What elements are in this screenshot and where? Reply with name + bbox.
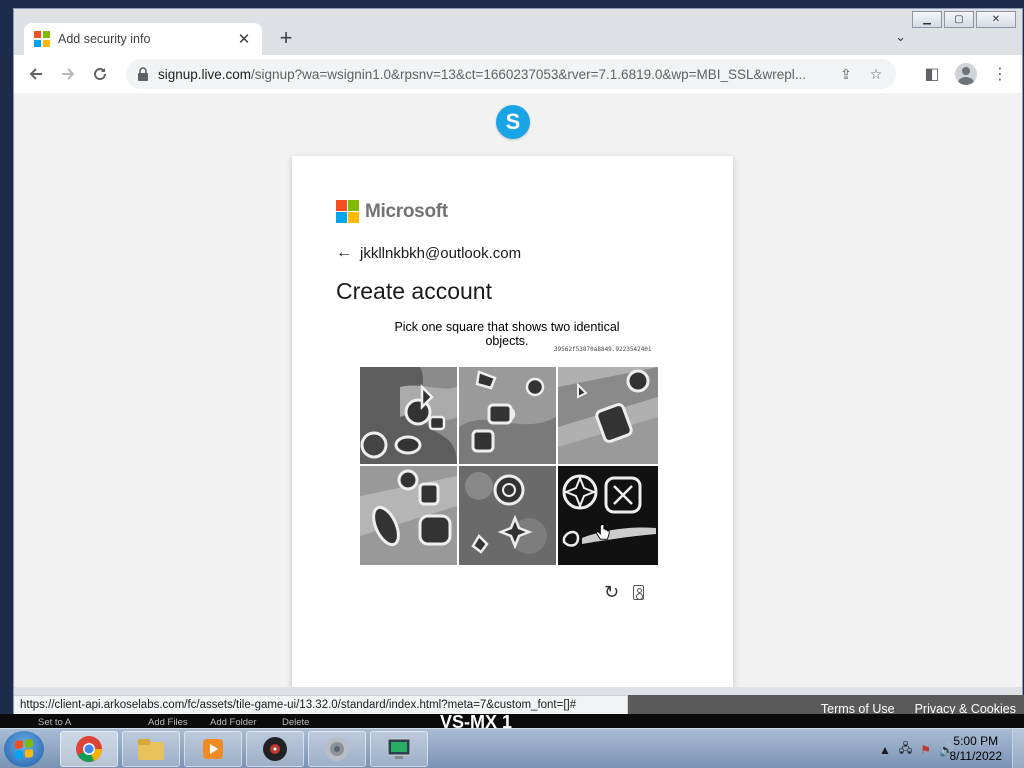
share-icon[interactable]: ⇪	[836, 66, 856, 83]
tab-close-icon[interactable]: ✕	[236, 30, 252, 48]
tab-title: Add security info	[58, 32, 151, 46]
background-label-1: Set to A	[38, 717, 72, 728]
address-bar[interactable]: signup.live.com/signup?wa=wsignin1.0&rps…	[126, 59, 896, 89]
tab-search-chevron-icon[interactable]: ⌄	[895, 29, 906, 45]
captcha-tile-1[interactable]	[360, 367, 457, 464]
profile-avatar-icon	[955, 63, 977, 85]
captcha-instruction: Pick one square that shows two identical…	[394, 320, 620, 348]
captcha-tile-4[interactable]	[360, 466, 457, 565]
taskbar-speaker-app[interactable]	[308, 731, 366, 767]
network-icon[interactable]: 🖧	[899, 739, 912, 760]
arrow-right-icon	[62, 68, 75, 80]
menu-kebab-icon[interactable]: ⋮	[986, 60, 1014, 88]
back-arrow-icon[interactable]: ←	[336, 244, 352, 262]
lock-icon[interactable]	[136, 67, 150, 81]
browser-window: ▁ ▢ ✕ Add security info ✕ + ⌄ signup.liv…	[13, 8, 1024, 723]
taskbar-media-player[interactable]	[184, 731, 242, 767]
bookmark-star-icon[interactable]: ☆	[866, 66, 886, 83]
identity-email: jkkllnkbkh@outlook.com	[360, 244, 522, 262]
clock-time: 5:00 PM	[953, 734, 999, 748]
taskbar-explorer[interactable]	[122, 731, 180, 767]
captcha-tile-3[interactable]	[558, 367, 658, 464]
tray-expand-icon[interactable]: ▲	[879, 743, 891, 757]
windows-flag-icon	[15, 739, 33, 759]
signup-card: Microsoft ← jkkllnkbkh@outlook.com Creat…	[292, 156, 733, 687]
taskbar-disc-app[interactable]	[246, 731, 304, 767]
disc-icon	[263, 737, 287, 761]
taskbar: ▲ 🖧 ⚑ 🔊 5:00 PM 8/11/2022	[0, 728, 1024, 768]
clock-date: 8/11/2022	[949, 749, 1003, 763]
tab-add-security-info[interactable]: Add security info ✕	[24, 23, 262, 55]
captcha-tile-2[interactable]	[459, 367, 556, 464]
captcha-audio-icon[interactable]	[633, 585, 645, 600]
background-label-2: Add Files	[148, 717, 188, 728]
system-clock[interactable]: 5:00 PM 8/11/2022	[950, 734, 1003, 764]
captcha-tile-5[interactable]	[459, 466, 556, 565]
forward-button[interactable]	[52, 58, 84, 90]
skype-logo-icon: S	[496, 105, 530, 139]
captcha-session-id: 39562f53870a8849.9223542401	[554, 346, 652, 353]
captcha-tile-grid	[360, 367, 658, 565]
background-label-3: Add Folder	[210, 717, 257, 728]
side-panel-icon[interactable]: ◧	[918, 60, 946, 88]
microsoft-squares-icon	[336, 200, 359, 223]
chrome-icon	[76, 736, 102, 762]
browser-toolbar: signup.live.com/signup?wa=wsignin1.0&rps…	[14, 55, 1022, 93]
folder-icon	[138, 739, 164, 760]
action-center-flag-icon[interactable]: ⚑	[920, 743, 931, 757]
captcha-tools: ↻	[604, 582, 645, 603]
arrow-left-icon	[29, 68, 42, 80]
speaker-icon	[325, 737, 349, 761]
media-player-icon	[203, 739, 223, 759]
captcha-tile-6-selected[interactable]	[558, 466, 658, 565]
new-tab-button[interactable]: +	[274, 27, 298, 49]
microsoft-wordmark: Microsoft	[365, 200, 448, 222]
taskbar-chrome[interactable]	[60, 731, 118, 767]
monitor-icon	[387, 738, 411, 759]
page-title: Create account	[336, 278, 492, 304]
system-tray: ▲ 🖧 ⚑ 🔊	[879, 739, 954, 760]
taskbar-monitor-app[interactable]	[370, 731, 428, 767]
profile-button[interactable]	[952, 60, 980, 88]
url-text[interactable]: signup.live.com/signup?wa=wsignin1.0&rps…	[158, 67, 826, 82]
hand-cursor-icon	[596, 524, 610, 540]
background-label-4: Delete	[282, 717, 310, 728]
microsoft-favicon-icon	[34, 31, 50, 47]
toolbar-right: ◧ ⋮	[918, 59, 1014, 89]
reload-button[interactable]	[84, 58, 116, 90]
show-desktop-button[interactable]	[1012, 729, 1024, 768]
start-button[interactable]	[4, 731, 44, 767]
back-button[interactable]	[20, 58, 52, 90]
captcha-reload-icon[interactable]: ↻	[604, 582, 619, 603]
identity-banner: ← jkkllnkbkh@outlook.com	[336, 244, 521, 262]
reload-icon	[94, 68, 107, 81]
microsoft-logo: Microsoft	[336, 200, 448, 223]
page-viewport: S Microsoft ← jkkllnkbkh@outlook.com Cre…	[14, 93, 1022, 687]
